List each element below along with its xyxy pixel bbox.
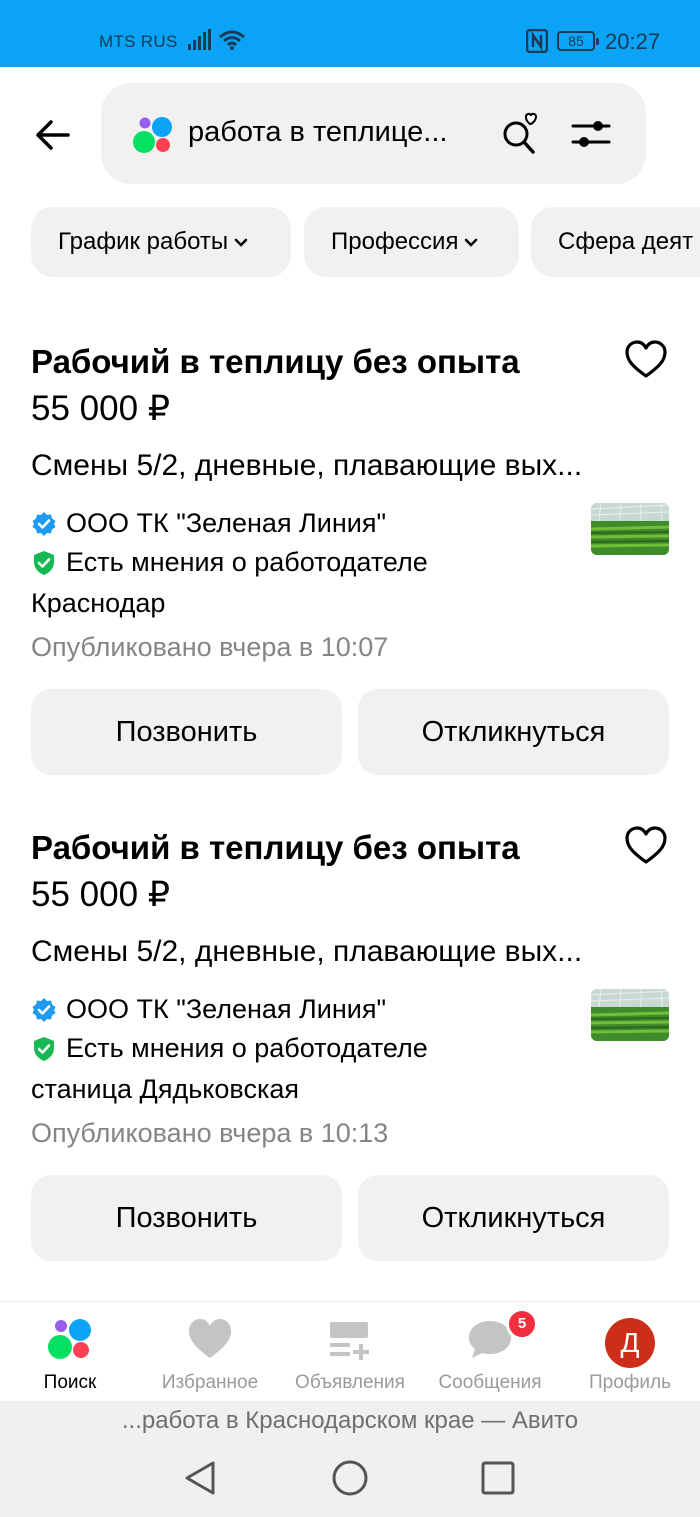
nav-label: Объявления	[295, 1372, 405, 1393]
system-navigation	[0, 1441, 700, 1517]
recents-square-icon[interactable]	[478, 1458, 518, 1498]
nfc-icon	[526, 29, 548, 53]
reviews-text: Есть мнения о работодателе	[66, 1033, 428, 1063]
nav-profile[interactable]: Д Профиль	[560, 1302, 700, 1402]
nav-label: Поиск	[43, 1372, 97, 1393]
greenhouse-photo	[591, 989, 669, 1041]
clock: 20:27	[605, 29, 661, 54]
listing-price: 55 000 ₽	[31, 389, 171, 428]
nav-favorites[interactable]: Избранное	[140, 1302, 280, 1402]
avatar: Д	[605, 1318, 655, 1368]
saved-search-icon[interactable]	[499, 110, 541, 156]
back-triangle-icon[interactable]	[180, 1458, 220, 1498]
listing-photo[interactable]	[591, 503, 669, 555]
listing-company[interactable]: ООО ТК "Зеленая Линия"	[31, 994, 386, 1025]
listing-title[interactable]: Рабочий в теплицу без опыта	[31, 829, 520, 867]
listing-price: 55 000 ₽	[31, 875, 171, 914]
call-button[interactable]: Позвонить	[31, 1175, 342, 1261]
carrier-name: MTS RUS	[99, 32, 178, 51]
listing-description: Смены 5/2, дневные, плавающие вых...	[31, 935, 583, 968]
listing-location: станица Дядьковская	[31, 1074, 299, 1104]
listing-description: Смены 5/2, дневные, плавающие вых...	[31, 449, 583, 482]
shield-check-icon	[34, 1036, 54, 1061]
call-button[interactable]: Позвонить	[31, 689, 342, 775]
nav-label: Профиль	[588, 1372, 672, 1393]
chip-sphere[interactable]: Сфера деят	[531, 207, 700, 277]
listing-reviews[interactable]: Есть мнения о работодателе	[31, 1033, 428, 1064]
listing-published: Опубликовано вчера в 10:07	[31, 632, 389, 662]
respond-button[interactable]: Откликнуться	[358, 1175, 669, 1261]
chip-schedule[interactable]: График работы	[31, 207, 291, 277]
heart-icon[interactable]	[624, 826, 668, 866]
chip-label: График работы	[58, 228, 229, 255]
heart-icon	[189, 1319, 231, 1358]
bottom-navigation: Поиск Избранное Объявления 5 Сообщения Д…	[0, 1301, 700, 1401]
company-name: ООО ТК "Зеленая Линия"	[66, 994, 387, 1024]
listing-photo[interactable]	[591, 989, 669, 1041]
greenhouse-photo	[591, 503, 669, 555]
nav-search[interactable]: Поиск	[0, 1302, 140, 1402]
browser-page-title: ...работа в Краснодарском крае — Авито	[0, 1401, 700, 1441]
listing-location: Краснодар	[31, 588, 166, 618]
search-query[interactable]: работа в теплице...	[188, 116, 447, 149]
listing-reviews[interactable]: Есть мнения о работодателе	[31, 547, 428, 578]
reviews-text: Есть мнения о работодателе	[66, 547, 428, 577]
nav-label: Сообщения	[438, 1372, 542, 1393]
search-bar[interactable]: работа в теплице...	[101, 83, 646, 184]
wifi-icon	[219, 30, 245, 50]
chip-label: Сфера деят	[558, 228, 694, 255]
signal-icon	[188, 29, 211, 50]
add-listing-icon	[330, 1322, 369, 1360]
chip-label: Профессия	[331, 228, 459, 255]
battery-level: 85	[568, 33, 584, 49]
heart-icon[interactable]	[624, 340, 668, 380]
status-bar: MTS RUS 85 20:27	[0, 0, 700, 67]
nav-ads[interactable]: Объявления	[280, 1302, 420, 1402]
home-circle-icon[interactable]	[330, 1458, 370, 1498]
chevron-down-icon	[234, 238, 248, 247]
filters-icon[interactable]	[571, 117, 611, 151]
chevron-down-icon	[465, 238, 478, 247]
avito-logo-icon	[133, 117, 172, 153]
unread-badge: 5	[506, 1308, 538, 1340]
shield-check-icon	[34, 550, 54, 575]
listing-published: Опубликовано вчера в 10:13	[31, 1118, 389, 1148]
nav-label: Избранное	[161, 1372, 259, 1393]
listing-title[interactable]: Рабочий в теплицу без опыта	[31, 343, 520, 381]
filter-chips: График работы Профессия Сфера деят	[31, 207, 700, 277]
listing-company[interactable]: ООО ТК "Зеленая Линия"	[31, 508, 386, 539]
respond-button[interactable]: Откликнуться	[358, 689, 669, 775]
back-button[interactable]	[30, 112, 76, 158]
nav-messages[interactable]: 5 Сообщения	[420, 1302, 560, 1402]
verified-badge-icon	[32, 511, 56, 536]
battery-icon: 85	[557, 31, 599, 51]
chip-profession[interactable]: Профессия	[304, 207, 519, 277]
company-name: ООО ТК "Зеленая Линия"	[66, 508, 387, 538]
verified-badge-icon	[32, 997, 56, 1022]
arrow-left-icon	[36, 120, 70, 150]
avito-logo-icon	[48, 1319, 91, 1359]
